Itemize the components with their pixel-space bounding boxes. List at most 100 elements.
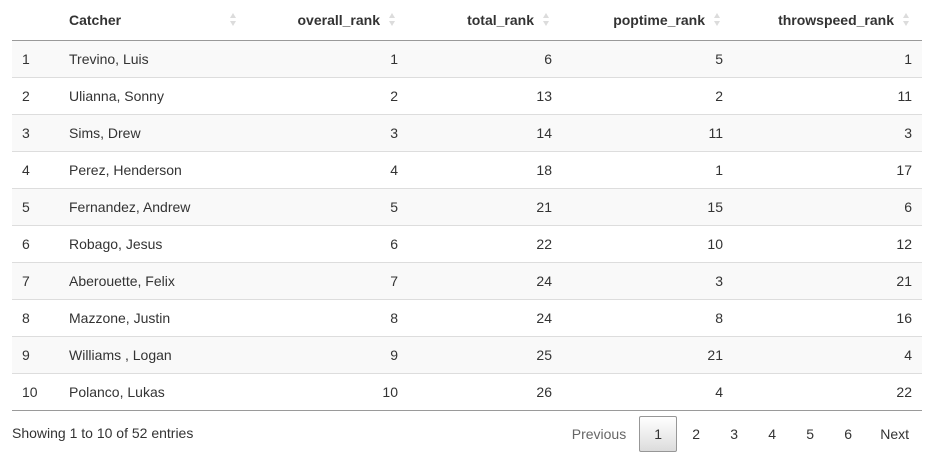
poptime-rank-cell: 15 (562, 188, 733, 226)
overall-rank-cell: 7 (242, 262, 408, 300)
total-rank-cell: 26 (408, 373, 562, 411)
pagination-page-6-button[interactable]: 6 (829, 416, 867, 452)
column-header-catcher[interactable]: Catcher (59, 0, 242, 41)
poptime-rank-cell: 4 (562, 373, 733, 411)
total-rank-cell: 24 (408, 262, 562, 300)
poptime-rank-cell: 8 (562, 299, 733, 337)
catcher-name-cell: Perez, Henderson (59, 151, 242, 189)
table-row: 4 Perez, Henderson 4 18 1 17 (12, 151, 922, 189)
column-header-label: overall_rank (297, 12, 381, 28)
row-index-cell: 5 (12, 188, 59, 226)
datatable-widget: Catcher overall_rank total_rank poptime_… (0, 0, 937, 453)
pagination-previous-button[interactable]: Previous (559, 416, 639, 452)
table-row: 6 Robago, Jesus 6 22 10 12 (12, 225, 922, 263)
throwspeed-rank-cell: 12 (733, 225, 922, 263)
total-rank-cell: 22 (408, 225, 562, 263)
pagination-page-2-button[interactable]: 2 (677, 416, 715, 452)
table-row: 8 Mazzone, Justin 8 24 8 16 (12, 299, 922, 337)
table-header-row: Catcher overall_rank total_rank poptime_… (12, 0, 922, 41)
column-header-overall-rank[interactable]: overall_rank (242, 0, 408, 41)
overall-rank-cell: 8 (242, 299, 408, 337)
throwspeed-rank-cell: 3 (733, 114, 922, 152)
catcher-name-cell: Aberouette, Felix (59, 262, 242, 300)
pagination-next-button[interactable]: Next (867, 416, 922, 452)
throwspeed-rank-cell: 17 (733, 151, 922, 189)
row-index-cell: 2 (12, 77, 59, 115)
overall-rank-cell: 1 (242, 40, 408, 78)
pagination: Previous 1 2 3 4 5 6 Next (559, 416, 922, 452)
table-row: 2 Ulianna, Sonny 2 13 2 11 (12, 77, 922, 115)
row-index-cell: 10 (12, 373, 59, 411)
overall-rank-cell: 10 (242, 373, 408, 411)
throwspeed-rank-cell: 1 (733, 40, 922, 78)
row-index-cell: 8 (12, 299, 59, 337)
pagination-page-4-button[interactable]: 4 (753, 416, 791, 452)
pagination-page-5-button[interactable]: 5 (791, 416, 829, 452)
sort-icon (902, 12, 910, 28)
poptime-rank-cell: 21 (562, 336, 733, 374)
table-row: 9 Williams , Logan 9 25 21 4 (12, 336, 922, 374)
throwspeed-rank-cell: 21 (733, 262, 922, 300)
table-row: 1 Trevino, Luis 1 6 5 1 (12, 40, 922, 78)
column-header-label: poptime_rank (613, 12, 705, 28)
throwspeed-rank-cell: 16 (733, 299, 922, 337)
overall-rank-cell: 9 (242, 336, 408, 374)
total-rank-cell: 13 (408, 77, 562, 115)
sort-icon (388, 12, 396, 28)
throwspeed-rank-cell: 11 (733, 77, 922, 115)
poptime-rank-cell: 11 (562, 114, 733, 152)
poptime-rank-cell: 10 (562, 225, 733, 263)
catcher-name-cell: Mazzone, Justin (59, 299, 242, 337)
sort-icon (229, 12, 237, 28)
row-index-cell: 3 (12, 114, 59, 152)
total-rank-cell: 25 (408, 336, 562, 374)
table-info: Showing 1 to 10 of 52 entries (12, 425, 194, 441)
column-header-poptime-rank[interactable]: poptime_rank (562, 0, 733, 41)
throwspeed-rank-cell: 22 (733, 373, 922, 411)
table-row: 5 Fernandez, Andrew 5 21 15 6 (12, 188, 922, 226)
catcher-name-cell: Ulianna, Sonny (59, 77, 242, 115)
total-rank-cell: 24 (408, 299, 562, 337)
sort-icon (542, 12, 550, 28)
column-header-label: Catcher (69, 12, 122, 28)
column-header-index (12, 0, 59, 41)
total-rank-cell: 18 (408, 151, 562, 189)
poptime-rank-cell: 3 (562, 262, 733, 300)
overall-rank-cell: 3 (242, 114, 408, 152)
sort-icon (713, 12, 721, 28)
pagination-page-1-button[interactable]: 1 (639, 416, 678, 452)
poptime-rank-cell: 1 (562, 151, 733, 189)
throwspeed-rank-cell: 4 (733, 336, 922, 374)
total-rank-cell: 6 (408, 40, 562, 78)
overall-rank-cell: 6 (242, 225, 408, 263)
overall-rank-cell: 5 (242, 188, 408, 226)
overall-rank-cell: 4 (242, 151, 408, 189)
row-index-cell: 7 (12, 262, 59, 300)
catcher-name-cell: Fernandez, Andrew (59, 188, 242, 226)
poptime-rank-cell: 2 (562, 77, 733, 115)
overall-rank-cell: 2 (242, 77, 408, 115)
catcher-rankings-table: Catcher overall_rank total_rank poptime_… (12, 0, 922, 411)
pagination-page-3-button[interactable]: 3 (715, 416, 753, 452)
column-header-label: total_rank (467, 12, 534, 28)
row-index-cell: 6 (12, 225, 59, 263)
table-row: 7 Aberouette, Felix 7 24 3 21 (12, 262, 922, 300)
row-index-cell: 9 (12, 336, 59, 374)
catcher-name-cell: Polanco, Lukas (59, 373, 242, 411)
row-index-cell: 1 (12, 40, 59, 78)
catcher-name-cell: Trevino, Luis (59, 40, 242, 78)
table-body: 1 Trevino, Luis 1 6 5 1 2 Ulianna, Sonny 2 13 2 11 3… (12, 40, 922, 411)
throwspeed-rank-cell: 6 (733, 188, 922, 226)
catcher-name-cell: Robago, Jesus (59, 225, 242, 263)
column-header-throwspeed-rank[interactable]: throwspeed_rank (733, 0, 922, 41)
catcher-name-cell: Williams , Logan (59, 336, 242, 374)
table-row: 3 Sims, Drew 3 14 11 3 (12, 114, 922, 152)
total-rank-cell: 21 (408, 188, 562, 226)
column-header-label: throwspeed_rank (778, 12, 894, 28)
poptime-rank-cell: 5 (562, 40, 733, 78)
row-index-cell: 4 (12, 151, 59, 189)
total-rank-cell: 14 (408, 114, 562, 152)
table-row: 10 Polanco, Lukas 10 26 4 22 (12, 373, 922, 411)
column-header-total-rank[interactable]: total_rank (408, 0, 562, 41)
catcher-name-cell: Sims, Drew (59, 114, 242, 152)
